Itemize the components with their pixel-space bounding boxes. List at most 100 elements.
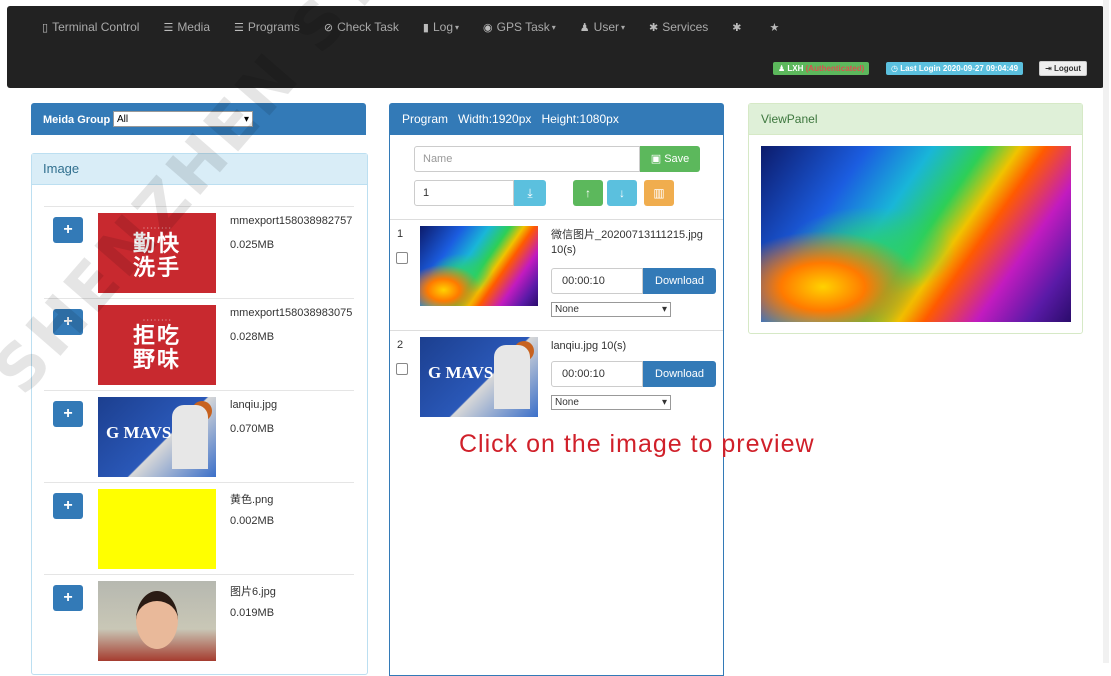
image-file-name: mmexport158038982757 xyxy=(230,215,353,227)
program-header: Program Width:1920px Height:1080px xyxy=(389,103,724,135)
thumb-text-line1: 拒吃 xyxy=(132,323,181,348)
nav-item-label: Terminal Control xyxy=(52,20,140,34)
user-name: LXH xyxy=(787,64,804,73)
plus-icon: + xyxy=(63,497,73,514)
image-file-size: 0.028MB xyxy=(230,331,275,343)
add-image-button[interactable]: + xyxy=(53,585,83,611)
logout-label: Logout xyxy=(1053,64,1082,73)
nav-item-label: Log xyxy=(432,20,454,34)
jump-icon: ⤓ xyxy=(527,186,533,200)
preview-hint: Click on the image to preview xyxy=(459,430,815,458)
image-list-item: + 黄色.png 0.002MB xyxy=(44,482,354,575)
trash-icon: ▥ xyxy=(653,186,665,200)
delete-button[interactable]: ▥ xyxy=(644,180,674,206)
download-button[interactable]: Download xyxy=(643,268,716,294)
transition-select[interactable]: None ▾ xyxy=(551,302,671,317)
program-item-checkbox[interactable] xyxy=(396,363,408,375)
chevron-down-icon: ▾ xyxy=(243,113,249,125)
check-icon: ⊘ xyxy=(323,21,334,34)
nav-item-icon-8[interactable]: ✱ xyxy=(732,21,745,34)
image-thumbnail[interactable]: G MAVS xyxy=(98,397,216,477)
globe-icon: ◉ xyxy=(483,21,493,34)
move-down-button[interactable]: ↓ xyxy=(607,180,637,206)
save-button[interactable]: ▣ Save xyxy=(640,146,700,172)
media-group-label: Meida Group xyxy=(43,114,111,126)
download-button[interactable]: Download xyxy=(643,361,716,387)
media-group-value: All xyxy=(117,113,129,125)
chevron-down-icon: ▾ xyxy=(661,397,667,408)
nav-item-icon-9[interactable]: ★ xyxy=(769,21,783,34)
view-panel: ViewPanel xyxy=(748,103,1083,334)
plus-icon: + xyxy=(63,221,73,238)
logout-button[interactable]: ⇥ Logout xyxy=(1039,61,1088,76)
last-login-text: Last Login 2020-09-27 09:04:49 xyxy=(900,64,1019,73)
move-up-button[interactable]: ↑ xyxy=(573,180,603,206)
image-thumbnail[interactable]: · · · · · · · · 拒吃 野味 xyxy=(98,305,216,385)
program-item-index: 1 xyxy=(397,228,404,240)
image-file-name: lanqiu.jpg xyxy=(230,399,278,411)
nav-item-gps-task[interactable]: ◉ GPS Task ▾ xyxy=(483,20,556,34)
nav-item-services[interactable]: ✱ Services xyxy=(649,20,708,34)
duration-input[interactable]: 00:00:10 xyxy=(551,361,643,387)
tablet-icon: ▯ xyxy=(42,21,49,34)
image-file-name: 黄色.png xyxy=(230,494,274,506)
program-item-index: 2 xyxy=(397,339,404,351)
image-list-item: + · · · · · · · · 勤快 洗手 mmexport158038982757… xyxy=(44,206,354,299)
nav-item-log[interactable]: ▮ Log ▾ xyxy=(423,20,459,34)
auth-status: (Authenticated) xyxy=(805,64,865,73)
nav-item-programs[interactable]: ☰ Programs xyxy=(234,20,300,34)
thumb-dots: · · · · · · · · xyxy=(143,226,171,232)
clock-icon: ◷ xyxy=(891,64,898,73)
nav-menu: ▯ Terminal Control ☰ Media ☰ Programs ⊘ Check T… xyxy=(42,20,807,34)
user-icon: ♟ xyxy=(778,64,786,73)
program-title: Program Width:1920px Height:1080px xyxy=(402,112,619,126)
add-image-button[interactable]: + xyxy=(53,493,83,519)
program-item-thumbnail[interactable] xyxy=(420,226,538,306)
nav-item-label: GPS Task xyxy=(496,20,550,34)
add-image-button[interactable]: + xyxy=(53,309,83,335)
image-list-item: + G MAVS lanqiu.jpg 0.070MB xyxy=(44,390,354,483)
image-thumbnail[interactable] xyxy=(98,489,216,569)
program-item-thumbnail[interactable]: G MAVS xyxy=(420,337,538,417)
nav-item-check-task[interactable]: ⊘ Check Task xyxy=(324,20,399,34)
image-thumbnail[interactable] xyxy=(98,581,216,661)
asterisk-icon: ✱ xyxy=(649,21,659,34)
program-item-checkbox[interactable] xyxy=(396,252,408,264)
nav-item-label: Programs xyxy=(247,20,300,34)
thumb-text-line2: 野味 xyxy=(132,347,181,372)
nav-item-media[interactable]: ☰ Media xyxy=(163,20,210,34)
preview-image[interactable] xyxy=(761,146,1071,322)
program-height: Height:1080px xyxy=(541,112,619,126)
jump-button[interactable]: ⤓ xyxy=(514,180,546,206)
thumb-dots: · · · · · · · · xyxy=(143,318,171,324)
nav-item-user[interactable]: ♟ User ▾ xyxy=(580,20,625,34)
asterisk-icon: ✱ xyxy=(732,21,742,34)
add-image-button[interactable]: + xyxy=(53,217,83,243)
media-group-select[interactable]: All ▾ xyxy=(113,111,253,127)
arrow-up-icon: ↑ xyxy=(585,186,591,200)
add-image-button[interactable]: + xyxy=(53,401,83,427)
transition-select[interactable]: None ▾ xyxy=(551,395,671,410)
top-navbar: ▯ Terminal Control ☰ Media ☰ Programs ⊘ Check T… xyxy=(7,6,1104,88)
page-number-input[interactable]: 1 xyxy=(414,180,514,206)
program-name-input[interactable]: Name xyxy=(414,146,640,172)
logout-icon: ⇥ xyxy=(1045,64,1052,73)
image-file-size: 0.019MB xyxy=(230,607,275,619)
nav-item-terminal-control[interactable]: ▯ Terminal Control xyxy=(42,20,139,34)
duration-input[interactable]: 00:00:10 xyxy=(551,268,643,294)
image-thumbnail[interactable]: · · · · · · · · 勤快 洗手 xyxy=(98,213,216,293)
thumb-text-line2: 洗手 xyxy=(132,255,181,280)
image-file-name: mmexport158038983075 xyxy=(230,307,353,319)
program-label: Program xyxy=(402,112,449,126)
image-panel-title: Image xyxy=(32,154,367,185)
media-icon: ☰ xyxy=(163,21,174,34)
program-width: Width:1920px xyxy=(458,112,532,126)
program-item-file: lanqiu.jpg 10(s) xyxy=(551,340,627,352)
image-file-size: 0.025MB xyxy=(230,239,275,251)
thumb-text: G MAVS xyxy=(428,363,494,382)
scrollbar[interactable] xyxy=(1103,0,1109,663)
thumb-text: G MAVS xyxy=(106,423,172,442)
image-list-item: + 图片6.jpg 0.019MB xyxy=(44,574,354,667)
person-graphic xyxy=(136,591,178,649)
image-file-name: 图片6.jpg xyxy=(230,586,276,598)
